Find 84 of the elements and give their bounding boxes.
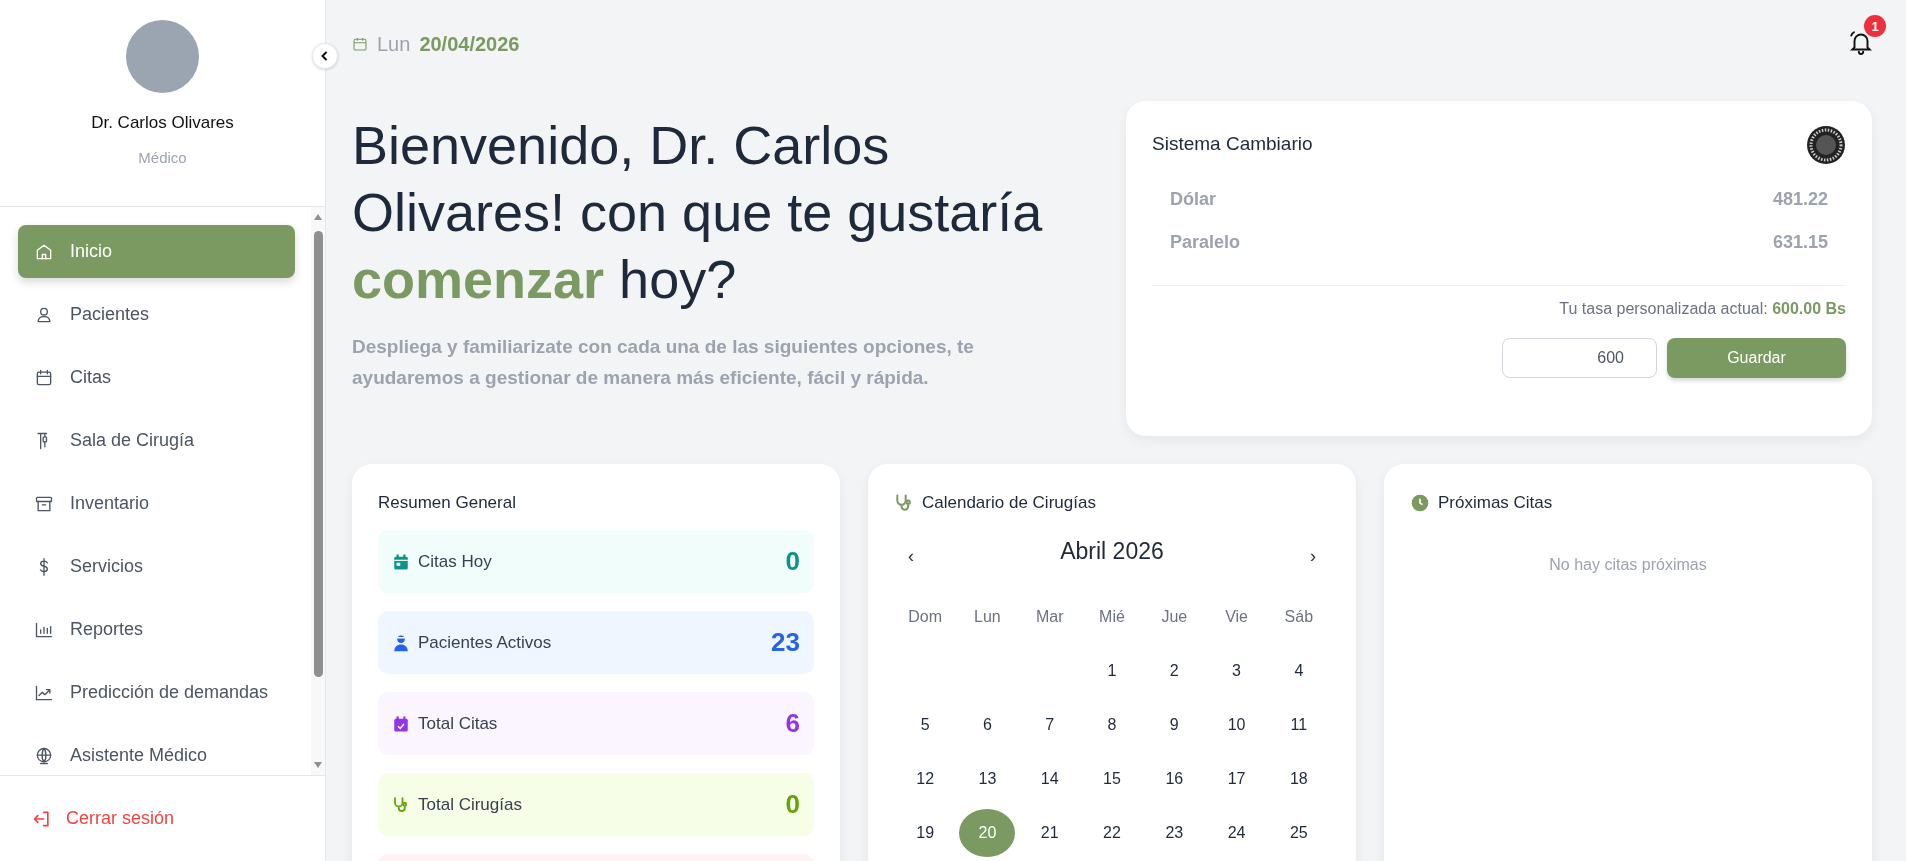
collapse-button[interactable]: [312, 43, 338, 69]
sidebar-item[interactable]: Pacientes: [18, 288, 295, 341]
rate-input-field[interactable]: 600: [1502, 338, 1657, 378]
rate-value: 481.22: [1772, 189, 1828, 210]
welcome-subtitle: Despliega y familiarizate con cada una de las siguientes opciones, te ayudaremos a gestionar de manera más eficiente, fácil y rápida.: [352, 335, 975, 390]
sidebar-item[interactable]: Sala de Cirugía: [18, 414, 295, 467]
user-role: Médico: [138, 149, 187, 166]
logout-button[interactable]: Cerrar sesión: [0, 775, 325, 861]
calendar-day[interactable]: 8: [1084, 701, 1140, 749]
calendar-day[interactable]: 15: [1084, 755, 1140, 803]
calendar-day[interactable]: 24: [1208, 809, 1265, 857]
calendar-day[interactable]: 19: [897, 809, 954, 857]
month-title: Abril 2026: [1060, 538, 1164, 565]
calendar-day[interactable]: 16: [1146, 755, 1203, 803]
stat-label: Pacientes Activos: [418, 632, 553, 653]
rate-label: Dólar: [1170, 189, 1216, 210]
weekday-header: Lun: [973, 607, 1002, 627]
calendar-day[interactable]: 9: [1146, 701, 1203, 749]
stat-label: Total Citas: [418, 713, 499, 734]
calendar-icon: [392, 552, 410, 571]
calendar-check-icon: [392, 714, 410, 733]
card-title: Sistema Cambiario: [1152, 133, 1313, 155]
calendar-day[interactable]: 13: [959, 755, 1016, 803]
stat-label: Citas Hoy: [418, 551, 493, 572]
stethoscope-icon: [894, 493, 914, 513]
previous-month-button[interactable]: ‹: [902, 544, 920, 569]
weekday-header: Mié: [1098, 607, 1126, 627]
weekday-header: Dom: [907, 607, 944, 627]
notification-badge: 1: [1864, 15, 1886, 37]
sidebar-item[interactable]: Servicios: [18, 540, 295, 593]
custom-rate-text: Tu tasa personalizada actual: 600.00 Bs: [1558, 300, 1846, 318]
sidebar-item[interactable]: Predicción de demandas: [18, 666, 295, 719]
bank-seal-icon: [1806, 125, 1846, 165]
sidebar-item[interactable]: Citas: [18, 351, 295, 404]
sidebar-item[interactable]: Reportes: [18, 603, 295, 656]
calendar-day[interactable]: 23: [1146, 809, 1203, 857]
card-title: Resumen General: [378, 492, 517, 514]
weekday-header: Vie: [1224, 607, 1249, 627]
globe-icon: [34, 745, 54, 766]
weekday-header: Jue: [1160, 607, 1189, 627]
empty-message: No hay citas próximas: [1548, 556, 1708, 574]
stat-label: Total Cirugías: [418, 794, 523, 815]
stat-value: 0: [785, 789, 800, 820]
card-title: Próximas Citas: [1438, 493, 1553, 513]
scroll-up-icon[interactable]: [313, 213, 323, 221]
calendar-day[interactable]: 11: [1270, 701, 1327, 749]
calendar-day[interactable]: 10: [1208, 701, 1265, 749]
card-title: Calendario de Cirugías: [922, 493, 1096, 513]
sidebar-item[interactable]: Inventario: [18, 477, 295, 530]
calendar-day[interactable]: 21: [1021, 809, 1078, 857]
calendar-day[interactable]: 22: [1084, 809, 1140, 857]
calendar-day[interactable]: 17: [1208, 755, 1265, 803]
calendar-icon: [352, 36, 368, 52]
weekday-header: Sáb: [1283, 607, 1315, 627]
calendar-day[interactable]: 18: [1270, 755, 1327, 803]
rate-value: 631.15: [1772, 232, 1828, 253]
calendar-day[interactable]: 4: [1270, 647, 1327, 695]
doctor-icon: [392, 633, 410, 652]
sidebar-item[interactable]: Asistente Médico: [18, 729, 295, 775]
rate-label: Paralelo: [1170, 232, 1241, 253]
user-name: Dr. Carlos Olivares: [91, 113, 234, 133]
stethoscope-icon: [392, 795, 410, 814]
stat-value: 0: [785, 546, 800, 577]
stat-value: 6: [785, 708, 800, 739]
next-month-button[interactable]: ›: [1304, 544, 1322, 569]
notification-bell-icon[interactable]: [1848, 29, 1874, 55]
calendar-day[interactable]: 7: [1021, 701, 1078, 749]
scroll-down-icon[interactable]: [313, 761, 323, 769]
calendar-day[interactable]: 2: [1146, 647, 1203, 695]
scrollbar[interactable]: [311, 207, 325, 775]
weekday-text: Lun: [377, 32, 411, 56]
calendar-day[interactable]: 14: [1021, 755, 1078, 803]
calendar-icon: [34, 367, 54, 388]
calendar-day[interactable]: 5: [897, 701, 954, 749]
calendar-day[interactable]: 3: [1208, 647, 1265, 695]
clock-icon: [1410, 493, 1430, 513]
date-text: 20/04/2026: [419, 32, 520, 56]
calendar-day[interactable]: 6: [959, 701, 1016, 749]
weekday-header: Mar: [1034, 607, 1065, 627]
calendar-day[interactable]: 1: [1084, 647, 1140, 695]
stat-value: 23: [771, 627, 800, 658]
calendar-day[interactable]: 25: [1270, 809, 1327, 857]
calendar-day[interactable]: 12: [897, 755, 954, 803]
welcome-heading: Bienvenido, Dr. Carlos Olivares! con que te gustaría comenzar hoy?: [352, 114, 1044, 311]
